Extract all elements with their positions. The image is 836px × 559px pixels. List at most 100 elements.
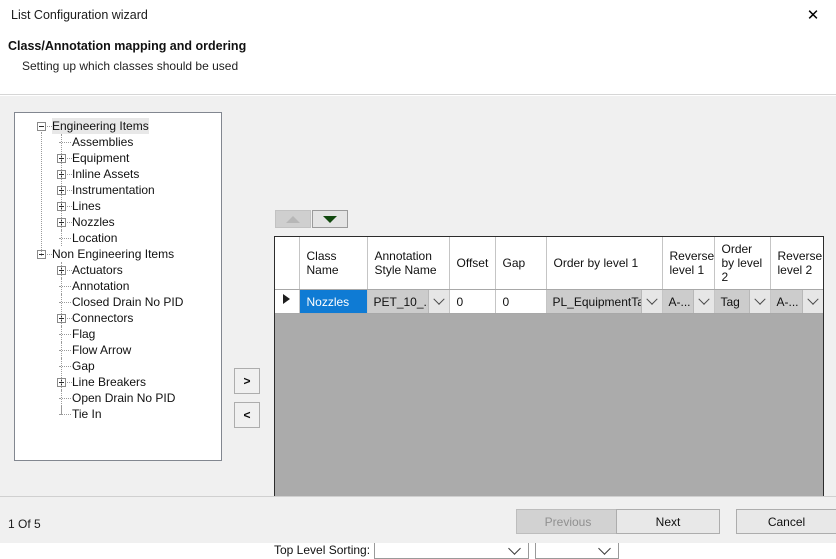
grid-cell-annotation-style-name[interactable]: PET_10_... [367, 289, 450, 314]
grid-combo-order-by-level-2[interactable]: Tag [714, 290, 770, 313]
tree-item-instrumentation[interactable]: Instrumentation [15, 182, 221, 198]
tree-item-gap[interactable]: Gap [15, 358, 221, 374]
tree-item-label: Open Drain No PID [72, 391, 176, 405]
move-up-button[interactable] [275, 210, 311, 228]
grid-column-header-gap[interactable]: Gap [495, 237, 547, 290]
top-level-sorting-label: Top Level Sorting: [274, 543, 371, 557]
move-down-button[interactable] [312, 210, 348, 228]
grid-cell-gap[interactable]: 0 [495, 289, 547, 314]
grid-cell-selected-value: Nozzles [299, 290, 367, 313]
wizard-body: Engineering Items Assemblies Equipment Inli… [0, 96, 836, 559]
chevron-down-icon [753, 293, 766, 305]
tree-item-label: Line Breakers [72, 375, 147, 389]
next-button-label: Next [655, 514, 681, 529]
tree-item-label: Instrumentation [72, 183, 155, 197]
grid-column-header-order-by-level-1[interactable]: Order by level 1 [546, 237, 663, 290]
chevron-down-icon [598, 542, 611, 555]
grid-cell-reverse-level-2[interactable]: A-... [770, 289, 823, 314]
grid-combo-dropdown-button[interactable] [692, 290, 714, 313]
tree-item-inline-assets[interactable]: Inline Assets [15, 166, 221, 182]
cancel-button-label: Cancel [767, 514, 806, 529]
add-class-button[interactable]: > [234, 368, 260, 394]
grid-column-header-reverse-level-2[interactable]: Reverse level 2 [770, 237, 823, 290]
grid-combo-value: A-... [662, 290, 693, 313]
tree-item-engineering-items[interactable]: Engineering Items [15, 118, 221, 134]
window-title: List Configuration wizard [11, 8, 148, 22]
grid-combo-dropdown-button[interactable] [801, 290, 823, 313]
grid-column-header-marker[interactable] [275, 237, 300, 290]
tree-trunk [61, 134, 63, 238]
chevron-down-icon [806, 293, 819, 305]
page-title: Class/Annotation mapping and ordering [8, 39, 247, 53]
grid-cell-reverse-level-1[interactable]: A-... [662, 289, 715, 314]
tree-item-actuators[interactable]: Actuators [15, 262, 221, 278]
tree-item-flag[interactable]: Flag [15, 326, 221, 342]
next-button[interactable]: Next [616, 509, 720, 534]
grid-combo-reverse-level-1[interactable]: A-... [662, 290, 714, 313]
tree-item-connectors[interactable]: Connectors [15, 310, 221, 326]
grid-column-header-class-name[interactable]: Class Name [299, 237, 368, 290]
tree-item-assemblies[interactable]: Assemblies [15, 134, 221, 150]
tree-item-annotation[interactable]: Annotation [15, 278, 221, 294]
grid-combo-reverse-level-2[interactable]: A-... [770, 290, 823, 313]
grid-combo-order-by-level-1[interactable]: PL_EquipmentTag [546, 290, 662, 313]
close-icon: ✕ [806, 6, 820, 24]
tree-item-nozzles[interactable]: Nozzles [15, 214, 221, 230]
cancel-button[interactable]: Cancel [736, 509, 836, 534]
class-tree[interactable]: Engineering Items Assemblies Equipment Inli… [14, 112, 222, 461]
tree-item-label: Annotation [72, 279, 130, 293]
triangle-up-icon [286, 215, 300, 223]
mapping-grid-table: Class Name Annotation Style Name Offset Gap… [275, 237, 823, 314]
triangle-right-icon [283, 293, 291, 304]
current-row-indicator [275, 291, 299, 313]
mapping-grid[interactable]: Class Name Annotation Style Name Offset Gap… [274, 236, 824, 533]
tree-item-open-drain-no-pid[interactable]: Open Drain No PID [15, 390, 221, 406]
grid-header-row: Class Name Annotation Style Name Offset Gap… [275, 237, 823, 290]
grid-combo-value: PET_10_... [367, 290, 428, 313]
tree-item-label: Equipment [72, 151, 130, 165]
collapse-icon[interactable] [37, 122, 46, 131]
grid-cell-order-by-level-1[interactable]: PL_EquipmentTag [546, 289, 663, 314]
remove-class-button[interactable]: < [234, 402, 260, 428]
grid-combo-value: PL_EquipmentTag [546, 290, 641, 313]
grid-cell-value: 0 [456, 294, 464, 309]
chevron-down-icon [508, 542, 521, 555]
tree-item-tie-in[interactable]: Tie In [15, 406, 221, 422]
close-button[interactable]: ✕ [790, 0, 836, 31]
page-indicator: 1 Of 5 [8, 517, 41, 531]
grid-cell-class-name[interactable]: Nozzles [299, 289, 368, 314]
grid-combo-dropdown-button[interactable] [427, 290, 449, 313]
tree-item-closed-drain-no-pid[interactable]: Closed Drain No PID [15, 294, 221, 310]
grid-combo-dropdown-button[interactable] [640, 290, 662, 313]
tree-item-line-breakers[interactable]: Line Breakers [15, 374, 221, 390]
grid-column-header-order-by-level-2[interactable]: Order by level 2 [714, 237, 771, 290]
tree-item-flow-arrow[interactable]: Flow Arrow [15, 342, 221, 358]
grid-column-header-label: Reverse level 1 [669, 249, 715, 277]
tree-item-label: Nozzles [72, 215, 115, 229]
grid-cell-order-by-level-2[interactable]: Tag [714, 289, 771, 314]
tree-item-non-engineering-items[interactable]: Non Engineering Items [15, 246, 221, 262]
grid-cell-offset[interactable]: 0 [449, 289, 496, 314]
grid-column-header-offset[interactable]: Offset [449, 237, 496, 290]
grid-cell-marker[interactable] [275, 289, 300, 314]
tree-item-equipment[interactable]: Equipment [15, 150, 221, 166]
chevron-down-icon [645, 293, 658, 305]
grid-combo-annotation-style-name[interactable]: PET_10_... [367, 290, 449, 313]
grid-cell-value: 0 [502, 294, 510, 309]
tree-item-location[interactable]: Location [15, 230, 221, 246]
title-bar: List Configuration wizard ✕ [0, 0, 836, 31]
tree-item-lines[interactable]: Lines [15, 198, 221, 214]
triangle-down-icon [323, 215, 337, 223]
previous-button[interactable]: Previous [516, 509, 620, 534]
grid-row[interactable]: NozzlesPET_10_... 0 0 PL_EquipmentTag A-... T… [275, 289, 823, 314]
tree-item-label: Non Engineering Items [52, 247, 175, 261]
grid-column-header-label: Offset [456, 256, 489, 270]
grid-column-header-label: Order by level 2 [721, 242, 763, 284]
grid-column-header-annotation-style-name[interactable]: Annotation Style Name [367, 237, 450, 290]
grid-column-header-label: Order by level 1 [553, 256, 639, 270]
grid-column-header-reverse-level-1[interactable]: Reverse level 1 [662, 237, 715, 290]
title-bar-accent [0, 0, 1, 31]
grid-combo-dropdown-button[interactable] [748, 290, 770, 313]
add-class-label: > [243, 374, 251, 388]
tree-item-label: Gap [72, 359, 95, 373]
